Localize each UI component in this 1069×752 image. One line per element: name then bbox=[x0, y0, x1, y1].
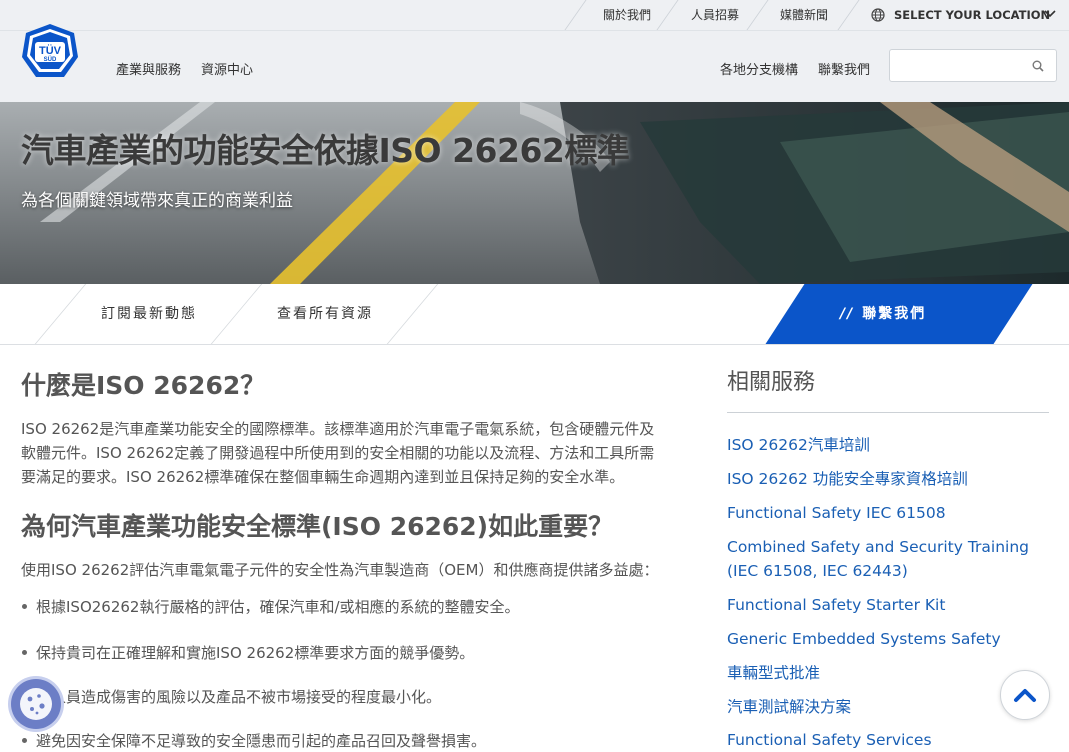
back-to-top-button[interactable] bbox=[1000, 670, 1050, 720]
section-heading-why-important: 為何汽車產業功能安全標準(ISO 26262)如此重要？ bbox=[21, 512, 614, 541]
section-heading-what-is: 什麼是ISO 26262？ bbox=[21, 371, 266, 400]
nav-industries-services[interactable]: 產業與服務 bbox=[116, 59, 181, 78]
hero-title: 汽車產業的功能安全依據ISO 26262標準 bbox=[21, 131, 630, 170]
separator bbox=[210, 284, 263, 344]
contact-us-label[interactable]: // 聯繫我們 bbox=[840, 284, 926, 344]
globe-icon[interactable] bbox=[871, 8, 885, 22]
related-link[interactable]: Functional Safety Services bbox=[727, 728, 1047, 752]
intro-paragraph: ISO 26262是汽車產業功能安全的國際標準。該標準適用於汽車電子電氣系統，包… bbox=[21, 417, 654, 489]
action-bar: 訂閱最新動態 查看所有資源 // 聯繫我們 bbox=[0, 284, 1069, 345]
benefits-intro: 使用ISO 26262評估汽車電氣電子元件的安全性為汽車製造商（OEM）和供應商… bbox=[21, 561, 659, 579]
nav-branches[interactable]: 各地分支機構 bbox=[720, 59, 798, 78]
cookie-icon bbox=[20, 688, 52, 720]
search-icon[interactable] bbox=[1032, 60, 1044, 72]
separator bbox=[837, 0, 860, 30]
list-item: 對人員造成傷害的風險以及產品不被市場接受的程度最小化。 bbox=[22, 686, 442, 707]
hero-banner: 汽車產業的功能安全依據ISO 26262標準 為各個關鍵領域帶來真正的商業利益 bbox=[0, 102, 1069, 284]
list-item-text: 避免因安全保障不足導致的安全隱患而引起的產品召回及聲譽損害。 bbox=[36, 732, 487, 750]
separator bbox=[386, 284, 439, 344]
bullet bbox=[22, 650, 27, 655]
svg-text:SÜD: SÜD bbox=[44, 56, 57, 63]
separator bbox=[564, 0, 587, 30]
related-link[interactable]: Generic Embedded Systems Safety bbox=[727, 627, 1047, 651]
contact-us-text: 聯繫我們 bbox=[862, 306, 927, 322]
svg-text:TÜV: TÜV bbox=[39, 44, 62, 57]
list-item: 保持貴司在正確理解和實施ISO 26262標準要求方面的競爭優勢。 bbox=[22, 642, 475, 663]
related-link[interactable]: 汽車測試解決方案 bbox=[727, 695, 1047, 719]
nav-contact[interactable]: 聯繫我們 bbox=[818, 59, 870, 78]
related-services-title: 相關服務 bbox=[727, 370, 816, 395]
bullet bbox=[22, 604, 27, 609]
related-link[interactable]: ISO 26262 功能安全專家資格培訓 bbox=[727, 467, 1047, 491]
utility-link-media[interactable]: 媒體新聞 bbox=[780, 0, 828, 30]
separator bbox=[656, 0, 679, 30]
related-link[interactable]: ISO 26262汽車培訓 bbox=[727, 433, 1047, 457]
main-header: TÜV SÜD 產業與服務 資源中心 各地分支機構 聯繫我們 bbox=[0, 24, 1069, 103]
separator bbox=[34, 284, 87, 344]
subscribe-updates-link[interactable]: 訂閱最新動態 bbox=[101, 284, 197, 344]
list-item-text: 對人員造成傷害的風險以及產品不被市場接受的程度最小化。 bbox=[36, 688, 442, 706]
chevron-up-icon bbox=[1014, 689, 1036, 702]
cookie-settings-button[interactable] bbox=[11, 679, 61, 729]
list-item: 避免因安全保障不足導致的安全隱患而引起的產品召回及聲譽損害。 bbox=[22, 730, 487, 751]
chevron-down-icon[interactable] bbox=[1044, 9, 1056, 19]
select-location-link[interactable]: SELECT YOUR LOCATION bbox=[894, 0, 1050, 30]
list-item: 根據ISO26262執行嚴格的評估，確保汽車和/或相應的系統的整體安全。 bbox=[22, 596, 520, 617]
paragraph-line: 要滿足的要求。ISO 26262標準確保在整個車輛生命週期內達到並且保持足夠的安… bbox=[21, 468, 625, 486]
hero-subtitle: 為各個關鍵領域帶來真正的商業利益 bbox=[21, 191, 293, 211]
utility-link-about[interactable]: 關於我們 bbox=[603, 0, 651, 30]
search-input[interactable] bbox=[898, 50, 1032, 83]
divider bbox=[727, 412, 1049, 413]
related-link[interactable]: Combined Safety and Security Training (I… bbox=[727, 535, 1047, 583]
related-link[interactable]: 車輛型式批准 bbox=[727, 661, 1047, 685]
list-item-text: 保持貴司在正確理解和實施ISO 26262標準要求方面的競爭優勢。 bbox=[36, 644, 475, 662]
slash-icon: // bbox=[840, 306, 855, 322]
utility-bar: 關於我們 人員招募 媒體新聞 SELECT YOUR LOCATION bbox=[0, 0, 1069, 30]
view-all-resources-link[interactable]: 查看所有資源 bbox=[277, 284, 373, 344]
nav-resource-center[interactable]: 資源中心 bbox=[201, 59, 253, 78]
utility-link-careers[interactable]: 人員招募 bbox=[691, 0, 739, 30]
paragraph-line: ISO 26262是汽車產業功能安全的國際標準。該標準適用於汽車電子電氣系統，包… bbox=[21, 420, 655, 438]
related-link[interactable]: Functional Safety Starter Kit bbox=[727, 593, 1047, 617]
related-link[interactable]: Functional Safety IEC 61508 bbox=[727, 501, 1047, 525]
separator bbox=[746, 0, 769, 30]
tuv-sud-logo[interactable]: TÜV SÜD bbox=[21, 23, 79, 81]
paragraph-line: 軟體元件。ISO 26262定義了開發過程中所使用到的安全相關的功能以及流程、方… bbox=[21, 444, 655, 462]
list-item-text: 根據ISO26262執行嚴格的評估，確保汽車和/或相應的系統的整體安全。 bbox=[36, 598, 520, 616]
search-box bbox=[889, 49, 1057, 83]
